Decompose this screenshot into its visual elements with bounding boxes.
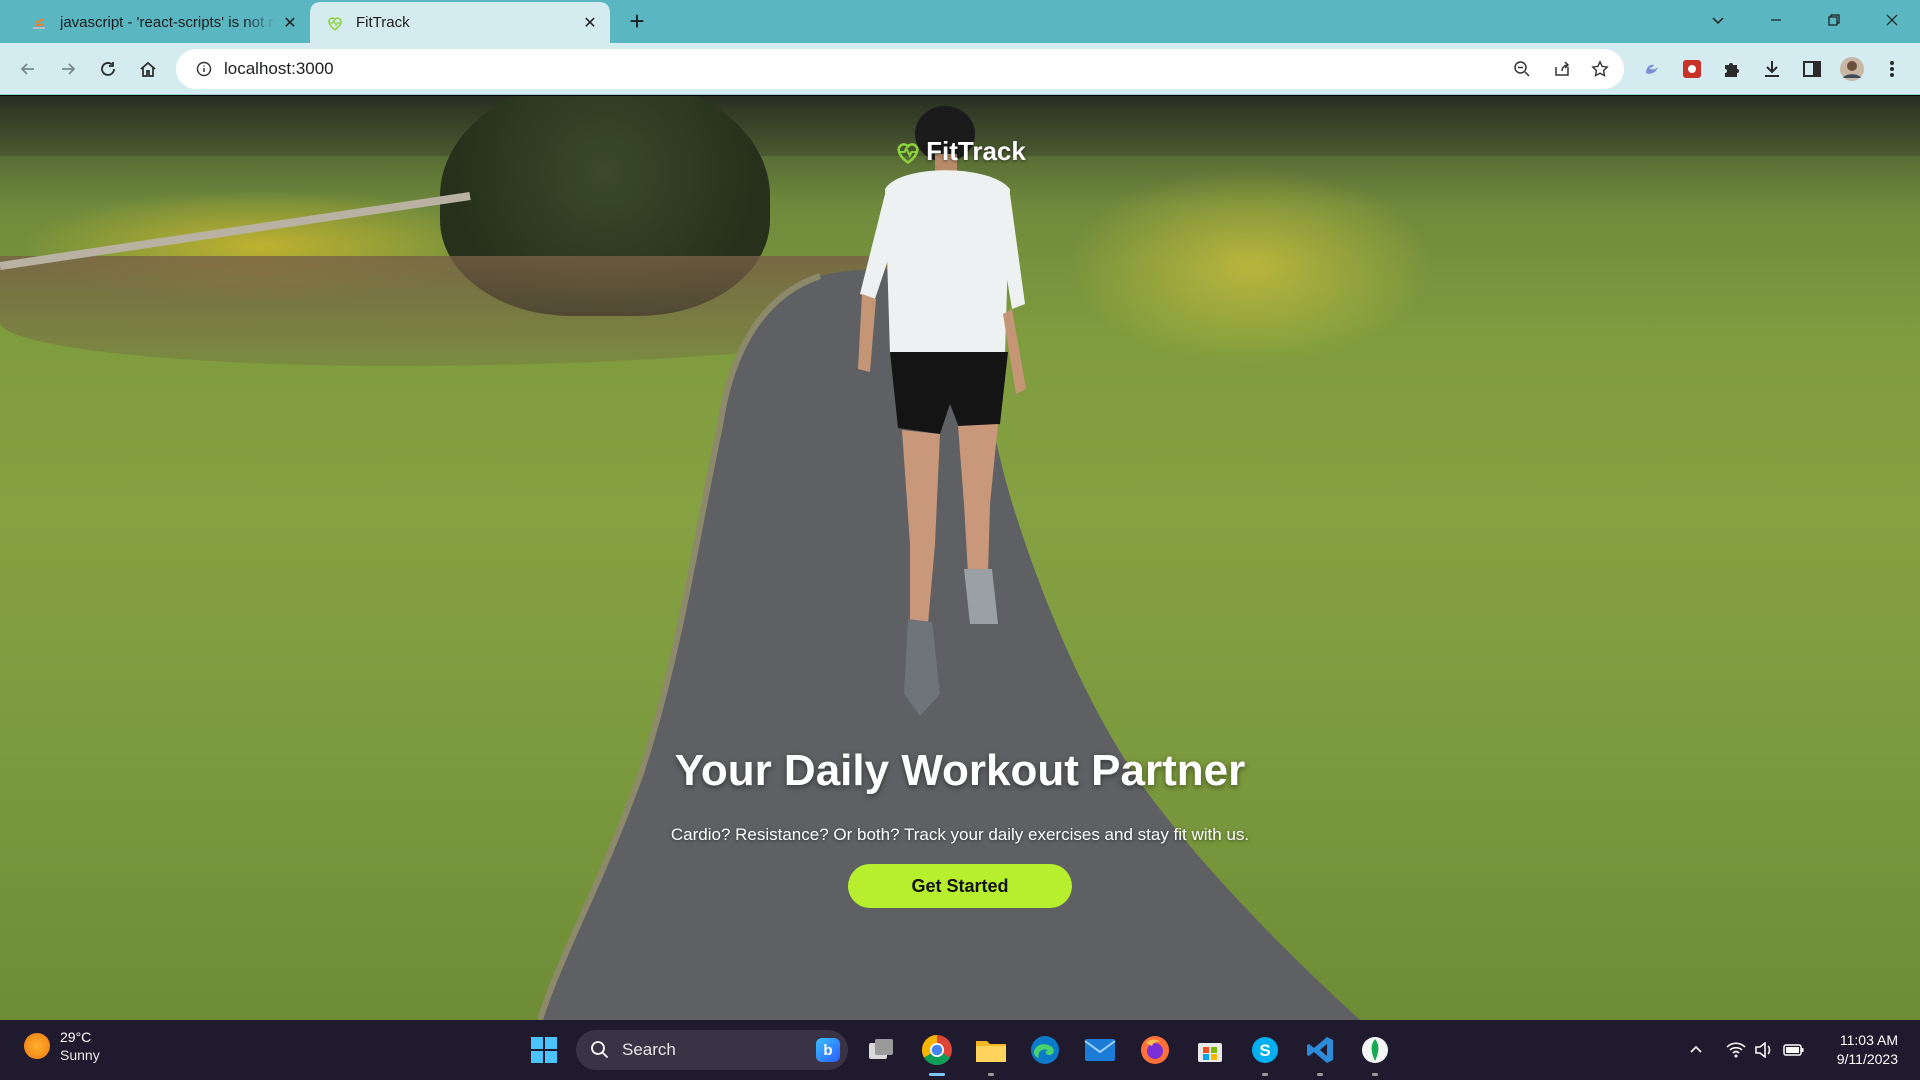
address-bar[interactable]: localhost:3000 — [176, 49, 1624, 89]
chrome-icon[interactable] — [919, 1032, 955, 1076]
microsoft-store-icon[interactable] — [1192, 1032, 1228, 1068]
menu-kebab-icon[interactable] — [1878, 55, 1906, 83]
share-icon[interactable] — [1550, 57, 1574, 81]
tab-fittrack[interactable]: FitTrack ✕ — [310, 2, 610, 43]
forward-button[interactable] — [52, 53, 84, 85]
svg-text:S: S — [1259, 1041, 1270, 1060]
hero-title: Your Daily Workout Partner — [674, 746, 1246, 795]
mail-icon[interactable] — [1082, 1032, 1118, 1068]
back-button[interactable] — [12, 53, 44, 85]
bing-icon[interactable]: b — [816, 1038, 840, 1062]
weather-widget[interactable]: 29°C Sunny — [24, 1028, 100, 1064]
tab-title: javascript - 'react-scripts' is not r — [60, 14, 274, 31]
close-tab-icon[interactable]: ✕ — [576, 9, 604, 37]
vscode-icon[interactable] — [1302, 1032, 1338, 1076]
running-indicator — [988, 1073, 994, 1076]
stackoverflow-icon — [30, 14, 48, 32]
clock-date: 9/11/2023 — [1836, 1051, 1898, 1067]
sun-icon — [24, 1033, 50, 1059]
get-started-button[interactable]: Get Started — [848, 864, 1072, 908]
search-label: Search — [622, 1040, 676, 1059]
extension-swirl-icon[interactable] — [1638, 55, 1666, 83]
site-info-icon[interactable] — [184, 49, 224, 89]
browser-toolbar: localhost:3000 — [0, 43, 1920, 95]
clock-time: 11:03 AM — [1839, 1032, 1898, 1048]
running-indicator — [1372, 1073, 1378, 1076]
file-explorer-icon[interactable] — [973, 1032, 1009, 1076]
brand-logo[interactable]: FitTrack — [0, 136, 1920, 167]
system-clock[interactable]: 11:03 AM 9/11/2023 — [1837, 1031, 1898, 1069]
home-button[interactable] — [132, 53, 164, 85]
extensions-puzzle-icon[interactable] — [1718, 55, 1746, 83]
tab-strip: javascript - 'react-scripts' is not r ✕ … — [0, 0, 1920, 43]
tab-stackoverflow[interactable]: javascript - 'react-scripts' is not r ✕ — [14, 2, 310, 43]
brand-name: FitTrack — [926, 136, 1026, 166]
wifi-icon[interactable] — [1724, 1038, 1748, 1062]
running-indicator — [1317, 1073, 1323, 1076]
firefox-icon[interactable] — [1137, 1032, 1173, 1068]
runner-figure — [858, 106, 1026, 716]
hero-subtitle: Cardio? Resistance? Or both? Track your … — [670, 825, 1250, 844]
new-tab-button[interactable]: + — [622, 6, 652, 36]
taskbar-search[interactable]: Search b — [576, 1030, 848, 1070]
tab-title: FitTrack — [356, 14, 410, 31]
heart-pulse-icon — [326, 14, 344, 32]
bookmark-star-icon[interactable] — [1588, 57, 1612, 81]
edge-icon[interactable] — [1027, 1032, 1063, 1068]
active-indicator — [929, 1073, 945, 1076]
battery-icon[interactable] — [1782, 1038, 1806, 1062]
download-icon[interactable] — [1758, 55, 1786, 83]
zoom-icon[interactable] — [1510, 57, 1534, 81]
minimize-button[interactable] — [1748, 0, 1804, 40]
tab-search-icon[interactable] — [1690, 0, 1746, 40]
heart-pulse-icon — [897, 142, 919, 164]
running-indicator — [1262, 1073, 1268, 1076]
close-window-button[interactable] — [1864, 0, 1920, 40]
mongodb-compass-icon[interactable] — [1357, 1032, 1393, 1076]
close-tab-icon[interactable]: ✕ — [276, 9, 304, 37]
chevron-up-icon[interactable] — [1684, 1038, 1708, 1062]
weather-desc: Sunny — [60, 1047, 100, 1063]
windows-taskbar: 29°C Sunny Search b S 11:03 AM 9/11/2023 — [0, 1020, 1920, 1080]
restore-button[interactable] — [1806, 0, 1862, 40]
search-icon — [591, 1041, 609, 1059]
extension-red-icon[interactable] — [1678, 55, 1706, 83]
url-text: localhost:3000 — [224, 59, 334, 78]
profile-avatar[interactable] — [1838, 55, 1866, 83]
windows-start-icon[interactable] — [526, 1032, 562, 1068]
volume-icon[interactable] — [1752, 1038, 1776, 1062]
side-panel-icon[interactable] — [1798, 55, 1826, 83]
skype-icon[interactable]: S — [1247, 1032, 1283, 1076]
task-view-icon[interactable] — [863, 1032, 899, 1068]
weather-temp: 29°C — [60, 1029, 92, 1045]
hero-section: FitTrack Your Daily Workout Partner Card… — [0, 96, 1920, 1020]
reload-button[interactable] — [92, 53, 124, 85]
